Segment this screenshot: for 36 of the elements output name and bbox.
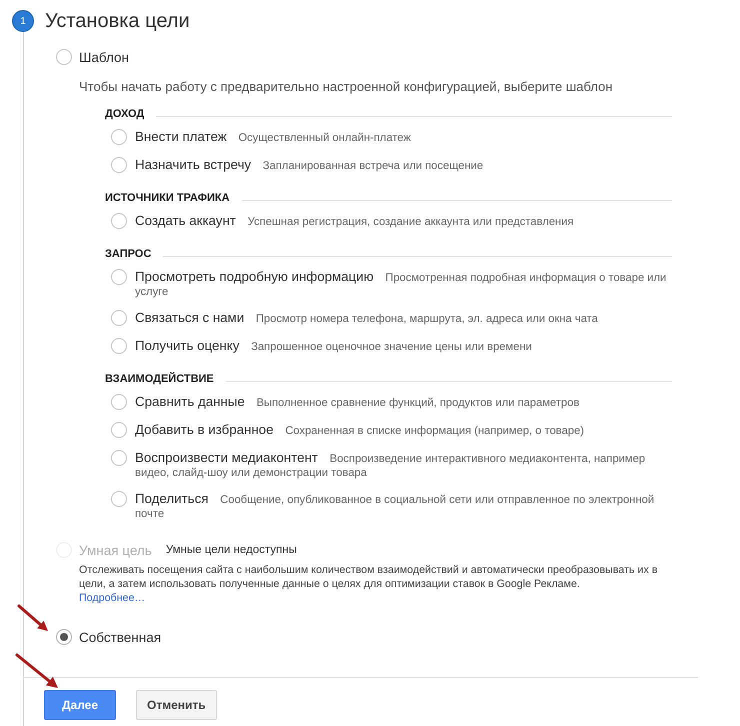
category-heading: ИСТОЧНИКИ ТРАФИКА: [105, 192, 230, 204]
option-text: Поделиться Сообщение, опубликованное в социальной сети или отправленное по электронной почте: [135, 492, 656, 520]
radio-button[interactable]: [111, 310, 127, 326]
radio-button[interactable]: [111, 394, 127, 410]
radio-button[interactable]: [56, 49, 72, 65]
unavailable-note: Умные цели недоступны: [166, 544, 297, 556]
radio-button[interactable]: [111, 157, 127, 173]
goal-type-label: Умная цель: [79, 542, 152, 558]
radio-button[interactable]: [111, 213, 127, 229]
step-title: Установка цели: [45, 9, 191, 34]
option-text: Получить оценку Запрошенное оценочное значение цены или времени: [135, 339, 533, 353]
radio-button[interactable]: [111, 491, 127, 507]
cancel-button[interactable]: Отменить: [136, 690, 217, 720]
category-heading: ЗАПРОС: [105, 248, 152, 260]
option-text: Назначить встречу Запланированная встреча или посещение: [135, 158, 484, 172]
step-number: 1: [12, 10, 34, 32]
next-button[interactable]: Далее: [44, 690, 116, 720]
radio-button[interactable]: [56, 629, 72, 645]
goal-type-label: Шаблон: [79, 50, 129, 64]
option-text: Сравнить данные Выполненное сравнение функций, продуктов или параметров: [135, 395, 580, 409]
goal-description: Чтобы начать работу с предварительно настроенной конфигурацией, выберите шаблон: [79, 78, 614, 96]
category-heading: ДОХОД: [105, 108, 144, 120]
option-text: Просмотреть подробную информацию Просмотренная подробная информация о товаре или услуге: [135, 270, 668, 298]
radio-button[interactable]: [111, 129, 127, 145]
option-text: Внести платеж Осуществленный онлайн-платеж: [135, 130, 412, 144]
category-heading: ВЗАИМОДЕЙСТВИЕ: [105, 373, 214, 385]
radio-button[interactable]: [111, 422, 127, 438]
radio-button[interactable]: [111, 269, 127, 285]
option-text: Добавить в избранное Сохраненная в списке информация (например, о товаре): [135, 423, 586, 437]
radio-button[interactable]: [111, 450, 127, 466]
goal-type-label: Собственная: [79, 630, 162, 644]
goal-description: Отслеживать посещения сайта с наибольшим количеством взаимодействий и автоматически преобразовывать их в цели, а затем использовать полученные данные о целях для оптимизации ставок в Google Рекламе.: [79, 563, 659, 591]
option-text: Создать аккаунт Успешная регистрация, создание аккаунта или представления: [135, 214, 575, 228]
option-text: Связаться с нами Просмотр номера телефона, маршрута, эл. адреса или окна чата: [135, 311, 599, 325]
option-text: Воспроизвести медиаконтент Воспроизведение интерактивного медиаконтента, например видео, слайд-шоу или демонстрации товара: [135, 451, 646, 479]
radio-button[interactable]: [111, 338, 127, 354]
